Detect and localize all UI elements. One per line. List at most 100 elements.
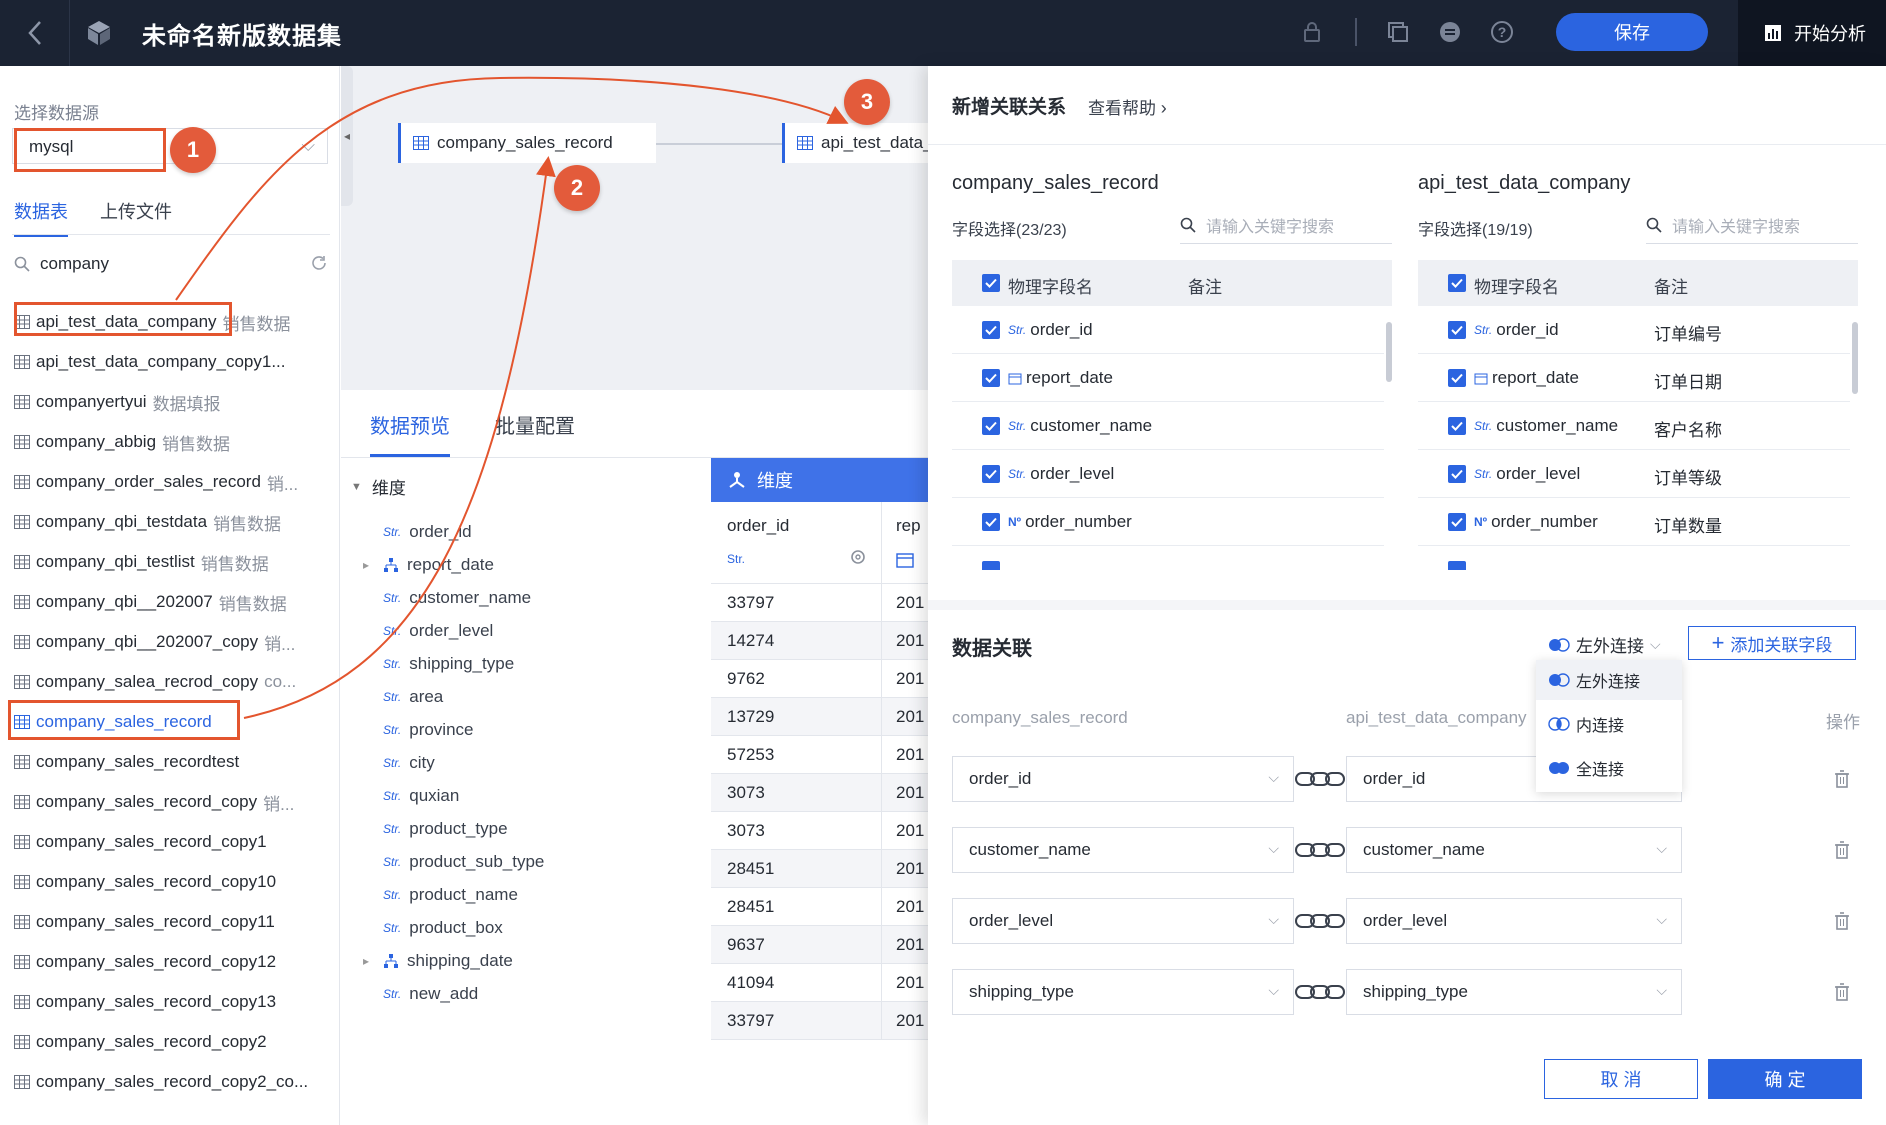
table-list-item[interactable]: company_qbi__202007_copy 销... — [14, 622, 334, 662]
field-row[interactable]: Str. order_id — [952, 306, 1384, 354]
field-row[interactable]: Str. order_level — [952, 450, 1384, 498]
table-list-item[interactable]: company_order_sales_record 销... — [14, 462, 334, 502]
dimension-field[interactable]: Str. new_add — [383, 974, 478, 1014]
column-header-order-id[interactable]: order_id Str. — [711, 502, 882, 584]
table-list-item[interactable]: company_sales_record_copy10 — [14, 862, 334, 902]
tab-data-preview[interactable]: 数据预览 — [370, 410, 450, 439]
field-name: order_level — [1030, 464, 1115, 483]
tab-batch-config[interactable]: 批量配置 — [495, 410, 575, 439]
chevron-down-icon: ⌵ — [1656, 840, 1667, 856]
field-row[interactable]: Str. order_level 订单等级 — [1418, 450, 1850, 498]
relation-left-select[interactable]: shipping_type ⌵ — [952, 969, 1294, 1015]
tab-upload-file[interactable]: 上传文件 — [100, 198, 172, 237]
copy-icon[interactable] — [1382, 16, 1414, 48]
field-row[interactable]: Nº order_number 订单数量 — [1418, 498, 1850, 546]
field-name-cell: report_date — [1474, 368, 1579, 388]
right-field-search[interactable]: 请输入关键字搜索 — [1646, 206, 1858, 244]
table-list-item[interactable]: company_sales_record_copy2_co... — [14, 1062, 334, 1102]
field-row[interactable]: Str. customer_name 客户名称 — [1418, 402, 1850, 450]
join-type-select[interactable]: 左外连接 ⌵ — [1548, 632, 1661, 657]
col-remark: 备注 — [1654, 278, 1688, 297]
table-list-item[interactable]: company_sales_record_copy13 — [14, 982, 334, 1022]
table-list-item[interactable]: company_salea_recrod_copy co... — [14, 662, 334, 702]
search-input[interactable]: company — [40, 254, 109, 274]
select-all-checkbox[interactable] — [982, 274, 1000, 292]
scrollbar[interactable] — [1852, 322, 1858, 394]
scrollbar[interactable] — [1386, 322, 1392, 382]
cancel-button[interactable]: 取 消 — [1544, 1059, 1698, 1099]
help-link[interactable]: 查看帮助 › — [1088, 94, 1167, 119]
field-checkbox[interactable] — [982, 369, 1000, 387]
start-analysis-button[interactable]: 开始分析 — [1738, 0, 1886, 66]
table-list-item[interactable]: company_sales_record_copy2 — [14, 1022, 334, 1062]
field-checkbox[interactable] — [982, 321, 1000, 339]
table-list-item[interactable]: company_sales_record_copy 销... — [14, 782, 334, 822]
tab-data-tables[interactable]: 数据表 — [14, 198, 68, 237]
caret-right-icon[interactable]: ▸ — [363, 954, 369, 968]
dimension-group[interactable]: ▼ 维度 — [351, 474, 406, 499]
column-header-report-date[interactable]: rep — [882, 502, 928, 584]
left-field-search[interactable]: 请输入关键字搜索 — [1180, 206, 1392, 244]
join-option-left[interactable]: 左外连接 — [1536, 660, 1682, 700]
select-all-checkbox[interactable] — [1448, 274, 1466, 292]
trash-icon[interactable] — [1834, 983, 1850, 1001]
table-list-item[interactable]: company_qbi__202007 销售数据 — [14, 582, 334, 622]
field-checkbox[interactable] — [1448, 321, 1466, 339]
right-field-search-input[interactable]: 请输入关键字搜索 — [1672, 213, 1800, 237]
confirm-button[interactable]: 确 定 — [1708, 1059, 1862, 1099]
save-button[interactable]: 保存 — [1556, 13, 1708, 51]
search-icon — [1180, 217, 1196, 233]
relation-left-select[interactable]: order_level ⌵ — [952, 898, 1294, 944]
trash-icon[interactable] — [1834, 770, 1850, 788]
table-list-item[interactable]: company_sales_record_copy11 — [14, 902, 334, 942]
field-row[interactable]: Str. order_id 订单编号 — [1418, 306, 1850, 354]
refresh-icon[interactable] — [310, 254, 328, 272]
comment-icon[interactable] — [1434, 16, 1466, 48]
field-row[interactable]: report_date 订单日期 — [1418, 354, 1850, 402]
trash-icon[interactable] — [1834, 841, 1850, 859]
lock-icon[interactable] — [1296, 16, 1328, 48]
table-list-item[interactable]: api_test_data_company_copy1... — [14, 342, 334, 382]
table-list-item[interactable]: company_qbi_testdata 销售数据 — [14, 502, 334, 542]
back-button[interactable] — [0, 0, 70, 66]
table-search[interactable]: company — [14, 246, 328, 282]
field-checkbox[interactable] — [982, 513, 1000, 531]
field-checkbox[interactable] — [1448, 465, 1466, 483]
field-checkbox[interactable] — [982, 561, 1000, 570]
trash-icon[interactable] — [1834, 912, 1850, 930]
caret-right-icon[interactable]: ▸ — [363, 558, 369, 572]
settings-gear-icon[interactable] — [849, 548, 867, 566]
field-row[interactable]: report_date — [952, 354, 1384, 402]
relation-right-select[interactable]: shipping_type ⌵ — [1346, 969, 1682, 1015]
field-checkbox[interactable] — [982, 465, 1000, 483]
table-list-item[interactable]: company_qbi_testlist 销售数据 — [14, 542, 334, 582]
canvas-node-right[interactable]: api_test_data_ — [782, 123, 928, 163]
field-checkbox[interactable] — [982, 417, 1000, 435]
join-option-inner[interactable]: 内连接 — [1536, 704, 1682, 744]
table-list-item[interactable]: companyertyui 数据填报 — [14, 382, 334, 422]
join-option-full[interactable]: 全连接 — [1536, 748, 1682, 788]
field-row[interactable]: Str. customer_name — [952, 402, 1384, 450]
relation-right-select[interactable]: order_level ⌵ — [1346, 898, 1682, 944]
link-icon — [1294, 770, 1346, 788]
relation-left-value: order_id — [969, 769, 1032, 788]
table-list-item[interactable]: company_sales_record_copy12 — [14, 942, 334, 982]
table-list-item[interactable]: company_sales_record_copy1 — [14, 822, 334, 862]
field-row-partial[interactable] — [952, 546, 1384, 570]
left-field-search-input[interactable]: 请输入关键字搜索 — [1206, 213, 1334, 237]
relation-left-select[interactable]: order_id ⌵ — [952, 756, 1294, 802]
help-icon[interactable]: ? — [1486, 16, 1518, 48]
table-list-item[interactable]: company_sales_recordtest — [14, 742, 334, 782]
canvas-node-left[interactable]: company_sales_record — [398, 123, 656, 163]
add-relation-field-button[interactable]: + 添加关联字段 — [1688, 626, 1856, 660]
relation-right-select[interactable]: customer_name ⌵ — [1346, 827, 1682, 873]
collapse-handle[interactable]: ◂ — [341, 66, 353, 206]
field-checkbox[interactable] — [1448, 369, 1466, 387]
field-checkbox[interactable] — [1448, 561, 1466, 570]
field-row-partial[interactable] — [1418, 546, 1850, 570]
relation-left-select[interactable]: customer_name ⌵ — [952, 827, 1294, 873]
field-row[interactable]: Nº order_number — [952, 498, 1384, 546]
field-checkbox[interactable] — [1448, 417, 1466, 435]
table-list-item[interactable]: company_abbig 销售数据 — [14, 422, 334, 462]
field-checkbox[interactable] — [1448, 513, 1466, 531]
